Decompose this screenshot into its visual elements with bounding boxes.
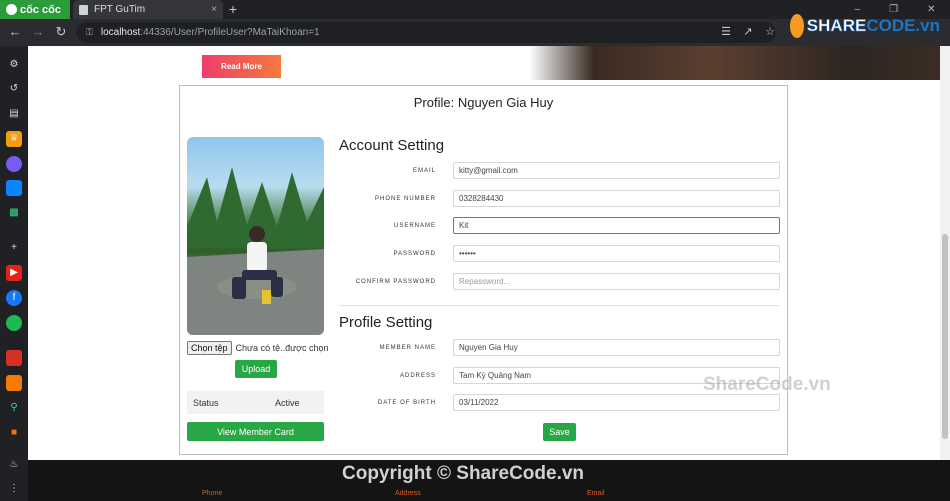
hero-banner <box>28 46 940 80</box>
shop-icon[interactable] <box>6 375 22 391</box>
email-label: EMAIL <box>412 168 436 174</box>
coccoc-logo-icon <box>6 4 17 15</box>
new-tab-button[interactable]: + <box>226 0 240 19</box>
browser-tab[interactable]: FPT GuTim × <box>73 0 223 19</box>
confirm-password-field[interactable] <box>453 273 780 290</box>
sharecode-logo: SHARE CODE.vn <box>790 11 940 41</box>
translate-icon[interactable]: ☰ <box>718 24 734 40</box>
username-field[interactable] <box>453 217 780 234</box>
reload-icon[interactable]: ↻ <box>51 22 71 42</box>
status-row: Status Active <box>187 391 324 414</box>
avatar-photo <box>187 167 324 335</box>
bookmark-star-icon[interactable]: ☆ <box>762 24 778 40</box>
facebook-icon[interactable]: f <box>6 290 22 306</box>
section-divider <box>339 305 780 306</box>
footer-address-link[interactable]: Address <box>395 490 421 497</box>
save-button[interactable]: Save <box>543 423 576 441</box>
notification-bell-icon[interactable]: ♨ <box>6 457 22 473</box>
sharecode-watermark: ShareCode.vn <box>703 374 831 395</box>
member-name-field[interactable] <box>453 339 780 356</box>
logo-share-text: SHARE <box>806 16 867 36</box>
tab-close-icon[interactable]: × <box>211 4 217 15</box>
page-favicon-icon <box>79 4 88 15</box>
share-icon[interactable]: ↗ <box>740 24 756 40</box>
back-icon[interactable]: ← <box>5 22 25 42</box>
member-name-label: MEMBER NAME <box>379 345 436 351</box>
reading-list-icon[interactable]: ▤ <box>6 106 22 122</box>
crown-icon[interactable]: ♕ <box>6 131 22 147</box>
sharecode-logo-icon <box>790 14 804 38</box>
dob-field[interactable] <box>453 394 780 411</box>
view-member-card-button[interactable]: View Member Card <box>187 422 324 441</box>
address-bar[interactable]: ⚿ localhost:44336/User/ProfileUser?MaTai… <box>76 22 776 43</box>
status-label: Status <box>193 397 219 408</box>
footer-phone-link[interactable]: Phone <box>202 490 222 497</box>
password-field[interactable] <box>453 245 780 262</box>
upload-button[interactable]: Upload <box>235 360 277 378</box>
map-pin-icon[interactable]: ⚲ <box>6 400 22 416</box>
tab-title: FPT GuTim <box>94 4 146 15</box>
forward-icon[interactable]: → <box>28 22 48 42</box>
username-label: USERNAME <box>393 223 436 229</box>
messenger-icon[interactable] <box>6 156 22 172</box>
more-options-icon[interactable]: ⋮ <box>6 481 22 497</box>
settings-gear-icon[interactable]: ⚙ <box>6 57 22 73</box>
profile-setting-heading: Profile Setting <box>339 314 433 331</box>
password-label: PASSWORD <box>393 251 436 257</box>
copyright-watermark: Copyright © ShareCode.vn <box>342 463 585 484</box>
scrollbar-thumb[interactable] <box>942 234 948 439</box>
phone-label: PHONE NUMBER <box>374 196 436 202</box>
account-setting-heading: Account Setting <box>339 137 445 154</box>
cart-icon[interactable]: ■ <box>6 425 22 441</box>
confirm-password-label: CONFIRM PASSWORD <box>355 279 436 285</box>
file-picker: Chọn tệp Chưa có tệ..được chọn <box>187 340 329 355</box>
email-field[interactable] <box>453 162 780 179</box>
browser-brand-label: cốc cốc <box>20 3 61 16</box>
status-value: Active <box>275 397 300 408</box>
zalo-icon[interactable] <box>6 180 22 196</box>
url-host: localhost <box>100 27 141 38</box>
file-status-text: Chưa có tệ..được chọn <box>235 342 329 353</box>
add-sidebar-app-icon[interactable]: + <box>6 240 22 256</box>
url-path: :44336/User/ProfileUser?MaTaiKhoan=1 <box>140 27 320 38</box>
address-label: ADDRESS <box>399 373 436 379</box>
site-info-icon[interactable]: ⚿ <box>86 27 93 38</box>
game-icon[interactable]: ▩ <box>6 205 22 221</box>
dob-label: DATE OF BIRTH <box>377 400 436 406</box>
page-title: Profile: Nguyen Gia Huy <box>413 95 554 110</box>
youtube-icon[interactable]: ▶ <box>6 265 22 281</box>
avatar <box>187 137 324 335</box>
phone-field[interactable] <box>453 190 780 207</box>
read-more-button[interactable]: Read More <box>202 55 281 78</box>
spotify-icon[interactable] <box>6 315 22 331</box>
footer-email-link[interactable]: Email <box>587 490 605 497</box>
browser-brand-button[interactable]: cốc cốc <box>0 0 70 19</box>
history-icon[interactable]: ↺ <box>6 81 22 97</box>
choose-file-button[interactable]: Chọn tệp <box>187 340 232 355</box>
shopping-app-icon[interactable] <box>6 350 22 366</box>
logo-code-text: CODE.vn <box>866 16 940 35</box>
